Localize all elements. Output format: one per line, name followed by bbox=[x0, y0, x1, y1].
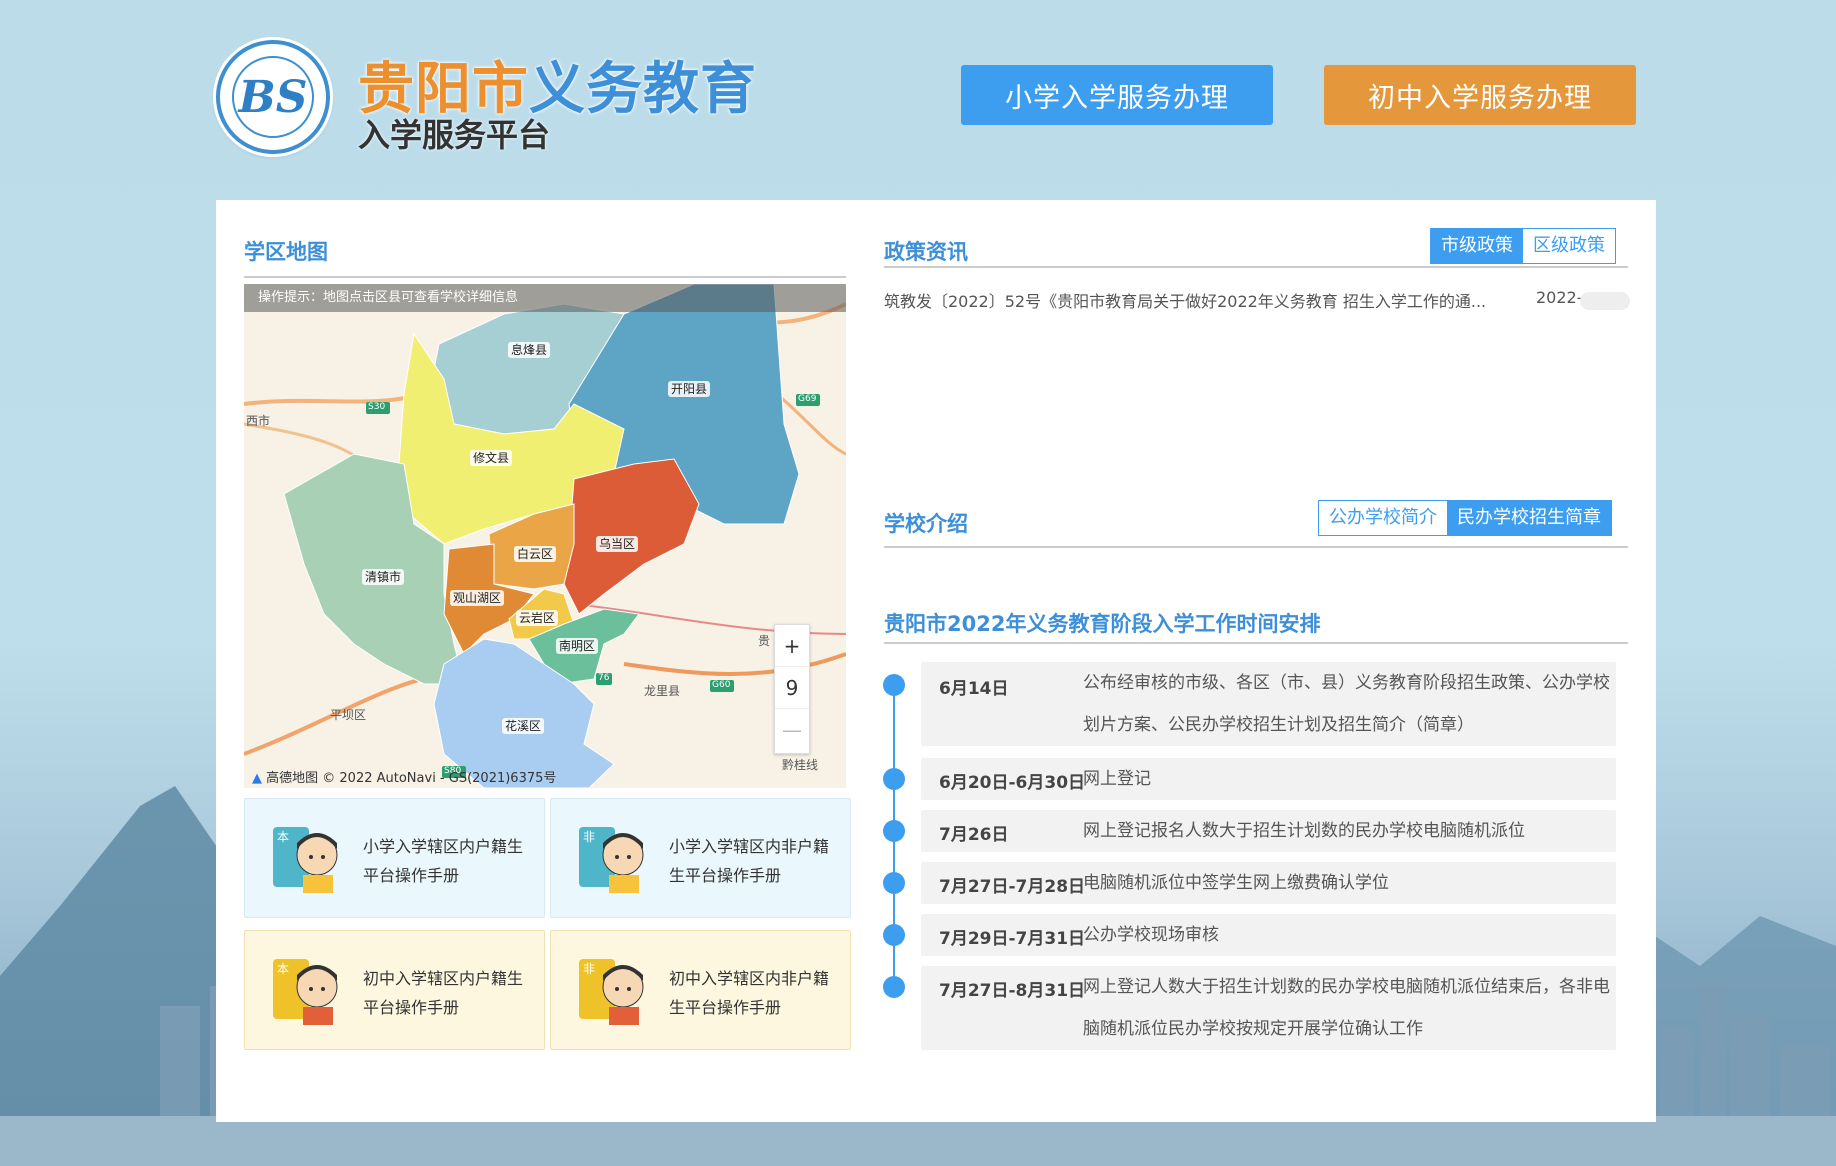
news-date-redacted bbox=[1580, 292, 1630, 310]
schedule-item: 7月29日-7月31日 公办学校现场审核 bbox=[921, 914, 1616, 956]
news-title[interactable]: 筑教发〔2022〕52号《贵阳市教育局关于做好2022年义务教育 招生入学工作的… bbox=[884, 288, 1486, 312]
manual-card-label: 小学入学辖区内非户籍生平台操作手册 bbox=[669, 837, 830, 885]
road-badge-s30: S30 bbox=[368, 402, 386, 412]
schedule-desc: 电脑随机派位中签学生网上缴费确认学位 bbox=[1083, 873, 1389, 893]
schedule-divider bbox=[884, 642, 1628, 644]
map-label-xiuwen[interactable]: 修文县 bbox=[470, 450, 513, 466]
schedule-date: 7月27日-7月28日 bbox=[939, 877, 1086, 897]
map-label-wudang[interactable]: 乌当区 bbox=[596, 536, 639, 552]
timeline-dot bbox=[883, 976, 905, 998]
map-place-xishi: 西市 bbox=[246, 414, 271, 428]
map-place-gui: 贵 bbox=[758, 634, 771, 648]
map-label-yunyan[interactable]: 云岩区 bbox=[516, 610, 559, 626]
map-label-baiyun[interactable]: 白云区 bbox=[514, 546, 557, 562]
map-place-qiangui: 黔桂线 bbox=[782, 758, 819, 772]
map-label-huaxi[interactable]: 花溪区 bbox=[502, 718, 545, 734]
district-map[interactable]: 操作提示：地图点击区县可查看学校详细信息 息烽县 开阳县 修文县 清镇市 白云区… bbox=[244, 284, 846, 788]
map-label-xifeng[interactable]: 息烽县 bbox=[508, 342, 551, 358]
policy-tabs: 市级政策 区级政策 bbox=[1430, 228, 1616, 264]
school-intro-title: 学校介绍 bbox=[884, 512, 968, 536]
site-header: BS 贵阳市义务教育 入学服务平台 小学入学服务办理 初中入学服务办理 bbox=[0, 0, 1836, 200]
schedule-date: 6月20日-6月30日 bbox=[939, 773, 1086, 793]
manual-card-primary-nonlocal[interactable]: 非 小学入学辖区内非户籍生平台操作手册 bbox=[550, 798, 851, 918]
site-title-edu: 义务教育 bbox=[529, 57, 757, 122]
schedule-item: 6月14日 公布经审核的市级、各区（市、县）义务教育阶段招生政策、公办学校划片方… bbox=[921, 662, 1616, 746]
manual-card-label: 初中入学辖区内非户籍生平台操作手册 bbox=[669, 969, 830, 1017]
policy-section-divider bbox=[884, 266, 1628, 268]
map-label-kaiyang[interactable]: 开阳县 bbox=[668, 381, 711, 397]
tab-district-policy[interactable]: 区级政策 bbox=[1523, 229, 1615, 263]
map-place-pingba: 平坝区 bbox=[330, 708, 367, 722]
map-label-nanming[interactable]: 南明区 bbox=[556, 638, 599, 654]
schedule-item: 7月27日-7月28日 电脑随机派位中签学生网上缴费确认学位 bbox=[921, 862, 1616, 904]
site-subtitle: 入学服务平台 bbox=[358, 116, 551, 154]
map-section-divider bbox=[244, 276, 846, 278]
policy-section-title: 政策资讯 bbox=[884, 240, 968, 264]
schedule-desc: 网上登记报名人数大于招生计划数的民办学校电脑随机派位 bbox=[1083, 821, 1525, 841]
tab-city-policy[interactable]: 市级政策 bbox=[1431, 229, 1523, 263]
road-badge-76: 76 bbox=[598, 673, 610, 683]
timeline-dot bbox=[883, 872, 905, 894]
school-intro-tabs: 公办学校简介 民办学校招生简章 bbox=[1318, 500, 1612, 536]
primary-enrollment-button[interactable]: 小学入学服务办理 bbox=[961, 65, 1273, 125]
schedule-item: 6月20日-6月30日 网上登记 bbox=[921, 758, 1616, 800]
schedule-date: 7月26日 bbox=[939, 825, 1009, 845]
schedule-desc: 公布经审核的市级、各区（市、县）义务教育阶段招生政策、公办学校划片方案、公民办学… bbox=[1083, 673, 1610, 735]
zoom-out-button[interactable]: — bbox=[775, 709, 809, 751]
map-zoom-control: + 9 — bbox=[774, 624, 810, 754]
tab-private-school-admissions[interactable]: 民办学校招生简章 bbox=[1447, 501, 1611, 535]
site-logo[interactable]: BS bbox=[216, 40, 330, 154]
zoom-in-button[interactable]: + bbox=[775, 625, 809, 667]
map-label-guanshanhu[interactable]: 观山湖区 bbox=[450, 590, 505, 606]
timeline-dot bbox=[883, 674, 905, 696]
schedule-desc: 公办学校现场审核 bbox=[1083, 925, 1219, 945]
schedule-date: 7月27日-8月31日 bbox=[939, 981, 1086, 1001]
school-intro-divider bbox=[884, 546, 1628, 548]
schedule-title: 贵阳市2022年义务教育阶段入学工作时间安排 bbox=[884, 612, 1321, 636]
map-copyright-text: 高德地图 © 2022 AutoNavi - GS(2021)6375号 bbox=[266, 771, 557, 786]
schedule-desc: 网上登记人数大于招生计划数的民办学校电脑随机派位结束后，各非电脑随机派位民办学校… bbox=[1083, 977, 1610, 1039]
junior-nonlocal-student-icon: 非 bbox=[579, 959, 644, 1025]
manual-card-label: 初中入学辖区内户籍生平台操作手册 bbox=[363, 969, 524, 1017]
schedule-date: 6月14日 bbox=[939, 679, 1009, 699]
manual-badge: 本 bbox=[277, 962, 289, 976]
map-label-qingzhen[interactable]: 清镇市 bbox=[362, 569, 405, 585]
logo-mark: BS bbox=[232, 56, 314, 138]
schedule-item: 7月26日 网上登记报名人数大于招生计划数的民办学校电脑随机派位 bbox=[921, 810, 1616, 852]
manual-badge: 非 bbox=[583, 962, 595, 976]
map-copyright: ▲ 高德地图 © 2022 AutoNavi - GS(2021)6375号 bbox=[252, 767, 556, 786]
timeline-dot bbox=[883, 768, 905, 790]
map-tip: 操作提示：地图点击区县可查看学校详细信息 bbox=[244, 284, 846, 312]
manual-card-label: 小学入学辖区内户籍生平台操作手册 bbox=[363, 837, 524, 885]
tab-public-schools[interactable]: 公办学校简介 bbox=[1319, 501, 1447, 535]
road-badge-g60: G60 bbox=[712, 680, 731, 690]
timeline-dot bbox=[883, 924, 905, 946]
map-provider-icon: ▲ bbox=[252, 771, 262, 786]
map-section-title: 学区地图 bbox=[244, 240, 328, 264]
junior-enrollment-button[interactable]: 初中入学服务办理 bbox=[1324, 65, 1636, 125]
news-date: 2022- bbox=[1536, 288, 1583, 307]
zoom-level: 9 bbox=[775, 667, 809, 709]
manual-card-junior-nonlocal[interactable]: 非 初中入学辖区内非户籍生平台操作手册 bbox=[550, 930, 851, 1050]
main-panel: 学区地图 操作提示：地图点击区县可查看学校详细信息 息烽县 开阳县 修文县 清镇… bbox=[216, 200, 1656, 1122]
map-place-longli: 龙里县 bbox=[644, 684, 681, 698]
manual-card-primary-local[interactable]: 本 小学入学辖区内户籍生平台操作手册 bbox=[244, 798, 545, 918]
schedule-date: 7月29日-7月31日 bbox=[939, 929, 1086, 949]
manual-badge: 非 bbox=[583, 830, 595, 844]
schedule-item: 7月27日-8月31日 网上登记人数大于招生计划数的民办学校电脑随机派位结束后，… bbox=[921, 966, 1616, 1050]
primary-local-student-icon: 本 bbox=[273, 827, 338, 893]
manual-card-junior-local[interactable]: 本 初中入学辖区内户籍生平台操作手册 bbox=[244, 930, 545, 1050]
manual-badge: 本 bbox=[277, 830, 289, 844]
primary-nonlocal-student-icon: 非 bbox=[579, 827, 644, 893]
junior-local-student-icon: 本 bbox=[273, 959, 338, 1025]
road-badge-g69: G69 bbox=[798, 394, 817, 404]
schedule-desc: 网上登记 bbox=[1083, 769, 1151, 789]
timeline-dot bbox=[883, 820, 905, 842]
